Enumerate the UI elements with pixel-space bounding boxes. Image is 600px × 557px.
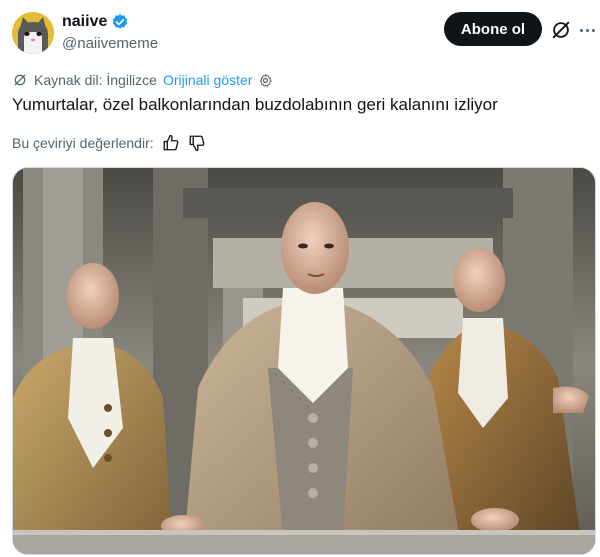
show-original-link[interactable]: Orijinali göster	[163, 72, 252, 88]
media-photo	[13, 168, 595, 554]
rate-translation-label: Bu çeviriyi değerlendir:	[12, 135, 154, 151]
tweet-media-image[interactable]	[12, 167, 596, 555]
rate-translation: Bu çeviriyi değerlendir:	[12, 134, 206, 152]
cat-avatar-icon	[12, 12, 54, 54]
verified-badge-icon	[113, 14, 128, 29]
grok-translate-icon	[14, 74, 26, 86]
author-handle[interactable]: @naiivememe	[62, 35, 158, 52]
author-name-row[interactable]: naiive	[62, 13, 129, 31]
more-options-button[interactable]	[578, 19, 596, 41]
settings-gear-icon[interactable]	[258, 73, 273, 88]
thumbs-down-icon[interactable]	[188, 134, 206, 152]
tweet-text: Yumurtalar, özel balkonlarından buzdolab…	[12, 95, 498, 114]
source-language-label: Kaynak dil: İngilizce	[34, 72, 157, 88]
display-name[interactable]: naiive	[62, 13, 107, 31]
grok-button[interactable]	[550, 19, 572, 41]
more-icon	[579, 28, 583, 32]
thumbs-up-icon[interactable]	[162, 134, 180, 152]
avatar[interactable]	[12, 12, 54, 54]
subscribe-button[interactable]: Abone ol	[444, 12, 542, 46]
grok-icon	[552, 21, 570, 39]
translation-info: Kaynak dil: İngilizce Orijinali göster	[12, 72, 273, 88]
